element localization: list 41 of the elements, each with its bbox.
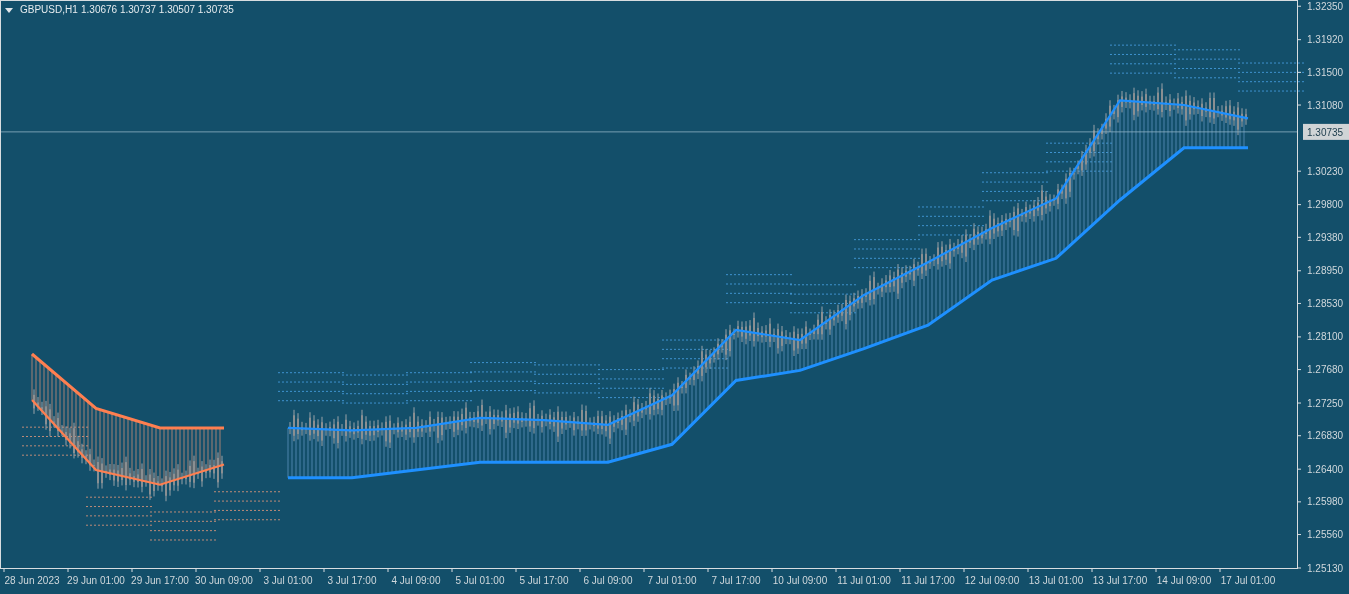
time-axis-label: 30 Jun 09:00 — [195, 575, 253, 586]
time-axis-label: 3 Jul 01:00 — [263, 575, 313, 586]
price-axis-label: 1.31920 — [1307, 34, 1344, 46]
time-axis-label: 3 Jul 17:00 — [327, 575, 377, 586]
time-axis-label: 13 Jul 17:00 — [1092, 575, 1148, 586]
time-axis-label: 29 Jun 01:00 — [67, 575, 125, 586]
time-axis-label: 29 Jun 17:00 — [131, 575, 189, 586]
price-axis-label: 1.30230 — [1307, 165, 1344, 177]
price-axis-label: 1.31080 — [1307, 99, 1344, 111]
price-axis-label: 1.27680 — [1307, 364, 1344, 376]
price-axis-label: 1.29380 — [1307, 231, 1344, 243]
price-axis-label: 1.26400 — [1307, 463, 1344, 475]
ohlc-values: 1.30676 1.30737 1.30507 1.30735 — [81, 4, 234, 15]
price-axis-label: 1.25130 — [1307, 562, 1344, 574]
time-axis-label: 5 Jul 01:00 — [455, 575, 505, 586]
price-axis-label: 1.29800 — [1307, 199, 1344, 211]
time-axis-label: 5 Jul 17:00 — [519, 575, 569, 586]
time-axis-label: 7 Jul 17:00 — [711, 575, 761, 586]
time-axis-label: 6 Jul 09:00 — [583, 575, 633, 586]
current-price-marker: 1.30735 — [1303, 123, 1349, 140]
price-axis-label: 1.25560 — [1307, 529, 1344, 541]
price-axis-label: 1.26830 — [1307, 430, 1344, 442]
price-axis-label: 1.32350 — [1307, 0, 1344, 12]
price-axis-label: 1.25980 — [1307, 496, 1344, 508]
dropdown-caret-icon[interactable] — [5, 8, 13, 13]
price-axis-label: 1.27250 — [1307, 397, 1344, 409]
time-axis-label: 17 Jul 01:00 — [1220, 575, 1276, 586]
time-axis-label: 7 Jul 01:00 — [647, 575, 697, 586]
time-axis-label: 12 Jul 09:00 — [964, 575, 1020, 586]
symbol-title: GBPUSD,H1 — [20, 4, 78, 15]
time-axis-label: 4 Jul 09:00 — [391, 575, 441, 586]
price-axis-label: 1.31500 — [1307, 66, 1344, 78]
price-axis-label: 1.28530 — [1307, 297, 1344, 309]
time-axis-label: 10 Jul 09:00 — [772, 575, 828, 586]
time-axis-label: 14 Jul 09:00 — [1156, 575, 1212, 586]
time-axis-label: 11 Jul 17:00 — [901, 575, 955, 586]
price-axis-label: 1.28100 — [1307, 331, 1344, 343]
time-axis-label: 13 Jul 01:00 — [1028, 575, 1084, 586]
time-axis-label: 28 Jun 2023 — [4, 575, 60, 586]
price-axis-label: 1.28950 — [1307, 265, 1344, 277]
time-axis-label: 11 Jul 01:00 — [837, 575, 891, 586]
